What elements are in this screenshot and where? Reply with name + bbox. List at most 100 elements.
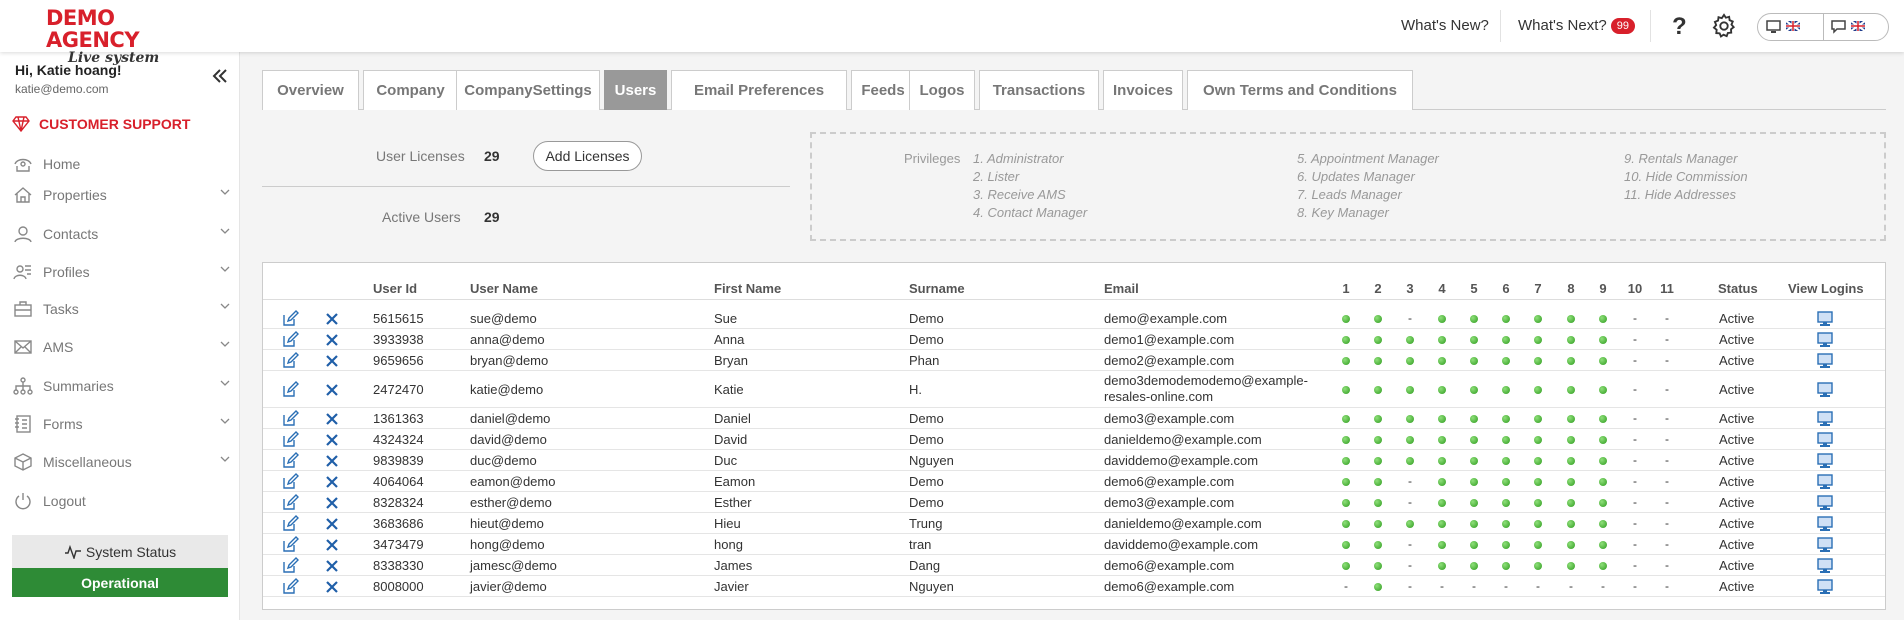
sidebar-item-miscellaneous[interactable]: Miscellaneous [12,450,230,474]
col-header-status[interactable]: Status [1718,281,1758,296]
tab-invoices[interactable]: Invoices [1103,70,1183,110]
edit-icon[interactable] [281,493,299,512]
cell-surname: Demo [909,310,944,326]
sidebar-item-ams[interactable]: AMS [12,335,230,359]
brand-logo[interactable]: DEMO AGENCY Live system [46,7,206,65]
privilege-item: 5. Appointment Manager [1297,151,1439,166]
col-header-first-name[interactable]: First Name [714,281,781,296]
interface-language-button[interactable] [1766,18,1816,36]
delete-icon[interactable] [323,410,341,428]
collapse-sidebar-icon[interactable] [212,68,228,89]
customer-support-link[interactable]: CUSTOMER SUPPORT [12,114,190,134]
delete-icon[interactable] [323,536,341,554]
sidebar-item-forms[interactable]: Forms [12,412,230,436]
delete-icon[interactable] [323,473,341,491]
delete-icon[interactable] [323,352,341,370]
col-header-surname[interactable]: Surname [909,281,965,296]
sidebar-item-home[interactable]: Home [12,152,230,176]
privilege-granted-dot [1438,561,1446,570]
view-logins-icon[interactable] [1816,515,1834,533]
privilege-item: 9. Rentals Manager [1624,151,1738,166]
mail-icon [12,337,34,357]
cell-first-name: Daniel [714,410,751,426]
privilege-none-dash: - [1633,431,1637,446]
delete-icon[interactable] [323,431,341,449]
tab-companysettings[interactable]: CompanySettings [456,70,600,110]
edit-icon[interactable] [281,535,299,554]
language-divider [1823,14,1824,40]
delete-icon[interactable] [323,494,341,512]
view-logins-icon[interactable] [1816,494,1834,512]
tab-own-terms[interactable]: Own Terms and Conditions [1187,70,1413,110]
view-logins-icon[interactable] [1816,410,1834,428]
chat-flag-icon [1831,20,1866,34]
edit-icon[interactable] [281,409,299,428]
edit-icon[interactable] [281,430,299,449]
cell-first-name: Anna [714,331,745,347]
sidebar-item-summaries[interactable]: Summaries [12,374,230,398]
col-header-user-name[interactable]: User Name [470,281,538,296]
tab-feeds[interactable]: Feeds [851,70,915,110]
sidebar-item-contacts[interactable]: Contacts [12,222,230,246]
view-logins-icon[interactable] [1816,331,1834,349]
privilege-granted-dot [1438,414,1446,423]
tab-overview[interactable]: Overview [262,70,359,110]
edit-icon[interactable] [281,380,299,399]
add-licenses-button[interactable]: Add Licenses [533,141,642,171]
system-status-panel[interactable]: System Status Operational [12,535,228,597]
delete-icon[interactable] [323,578,341,596]
cell-surname: Phan [909,352,940,368]
whats-next-link[interactable]: What's Next? 99 [1518,17,1635,34]
sidebar-item-properties[interactable]: Properties [12,183,230,207]
view-logins-icon[interactable] [1816,452,1834,470]
tab-transactions[interactable]: Transactions [979,70,1099,110]
delete-icon[interactable] [323,557,341,575]
view-logins-icon[interactable] [1816,536,1834,554]
edit-icon[interactable] [281,351,299,370]
edit-icon[interactable] [281,451,299,470]
privilege-none-dash: - [1569,578,1573,593]
view-logins-icon[interactable] [1816,473,1834,491]
privilege-none-dash: - [1633,410,1637,425]
edit-icon[interactable] [281,472,299,491]
sidebar-item-profiles[interactable]: Profiles [12,260,230,284]
cell-first-name: Duc [714,452,738,468]
edit-icon[interactable] [281,577,299,596]
view-logins-icon[interactable] [1816,578,1834,596]
tab-users[interactable]: Users [604,70,667,110]
privilege-none-dash: - [1504,578,1508,593]
tab-email-preferences[interactable]: Email Preferences [671,70,847,110]
view-logins-icon[interactable] [1816,557,1834,575]
col-header-user-id[interactable]: User Id [373,281,417,296]
tab-logos[interactable]: Logos [909,70,975,110]
delete-icon[interactable] [323,452,341,470]
cell-surname: tran [909,536,932,552]
privilege-granted-dot [1342,561,1350,570]
sidebar-item-tasks[interactable]: Tasks [12,297,230,321]
content-language-button[interactable] [1831,18,1881,36]
edit-icon[interactable] [281,330,299,349]
privilege-none-dash: - [1665,536,1669,551]
tab-company[interactable]: Company [363,70,458,110]
col-header-email[interactable]: Email [1104,281,1139,296]
privilege-granted-dot [1438,477,1446,486]
view-logins-icon[interactable] [1816,310,1834,328]
view-logins-icon[interactable] [1816,381,1834,399]
sidebar-item-logout[interactable]: Logout [12,489,230,513]
question-icon[interactable]: ? [1664,12,1692,40]
privilege-item: 4. Contact Manager [973,205,1088,220]
edit-icon[interactable] [281,309,299,328]
view-logins-icon[interactable] [1816,431,1834,449]
cell-surname: Demo [909,494,944,510]
user-email: katie@demo.com [15,82,109,96]
whats-new-link[interactable]: What's New? [1401,17,1489,34]
edit-icon[interactable] [281,556,299,575]
delete-icon[interactable] [323,515,341,533]
delete-icon[interactable] [323,381,341,399]
delete-icon[interactable] [323,310,341,328]
view-logins-icon[interactable] [1816,352,1834,370]
delete-icon[interactable] [323,331,341,349]
gear-icon[interactable] [1710,12,1738,40]
chevron-down-icon [220,266,230,272]
edit-icon[interactable] [281,514,299,533]
